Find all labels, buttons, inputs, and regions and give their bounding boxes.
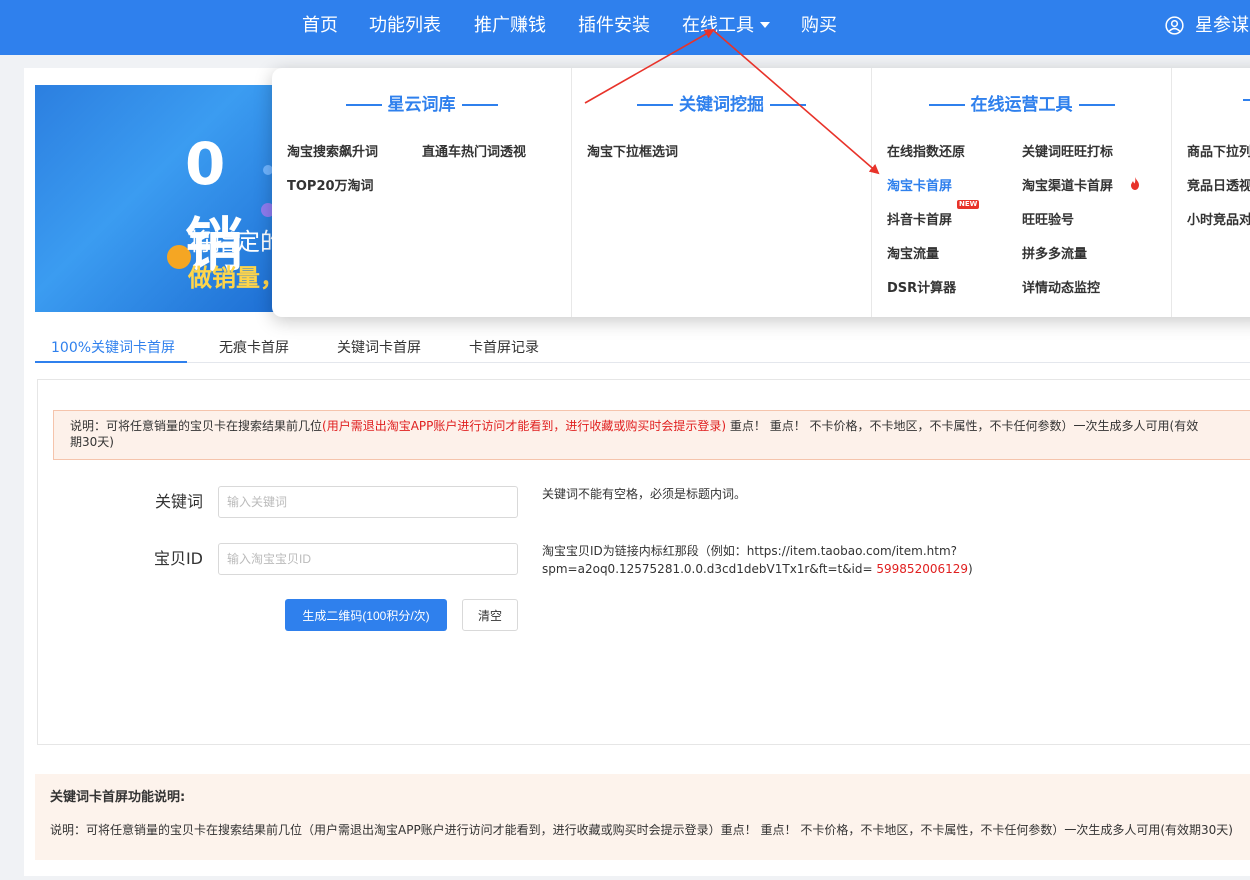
dropdown-item-active[interactable]: 淘宝卡首屏 xyxy=(887,175,952,194)
new-badge: NEW xyxy=(957,200,980,209)
nav-buy[interactable]: 购买 xyxy=(801,14,837,38)
notice-prefix: 说明：可将任意销量的宝贝卡在搜索结果前几位 xyxy=(70,419,323,433)
nav-features[interactable]: 功能列表 xyxy=(369,14,441,38)
tab-keyword[interactable]: 关键词卡首屏 xyxy=(337,337,421,357)
dropdown-column-competitors: 商品下拉列 竞品日透视 小时竞品对 xyxy=(1172,68,1250,317)
tab-active-indicator xyxy=(35,361,187,363)
tab-bar: 100%关键词卡首屏 无痕卡首屏 关键词卡首屏 卡首屏记录 xyxy=(35,330,1250,363)
fire-icon xyxy=(1131,177,1139,190)
dropdown-item[interactable]: TOP20万淘词 xyxy=(287,175,374,194)
dropdown-item[interactable]: 详情动态监控 xyxy=(1022,277,1100,296)
top-navbar: 首页 功能列表 推广赚钱 插件安装 在线工具 购买 星参谋 xyxy=(0,0,1250,55)
title-dash xyxy=(1243,99,1250,101)
title-dash xyxy=(345,104,382,106)
caret-down-icon xyxy=(760,21,770,28)
title-dash xyxy=(461,104,498,106)
banner-line-1: 将指定的 xyxy=(188,228,275,256)
dropdown-item[interactable]: 在线指数还原 xyxy=(887,141,965,160)
item-id-hint-line-2: spm=a2oq0.12575281.0.0.d3cd1debV1Tx1r&ft… xyxy=(542,560,973,578)
tab-records[interactable]: 卡首屏记录 xyxy=(469,337,539,357)
dropdown-item[interactable]: DSR计算器 xyxy=(887,277,956,296)
nav-home[interactable]: 首页 xyxy=(302,14,338,38)
notice-line-1: 说明：可将任意销量的宝贝卡在搜索结果前几位(用户需退出淘宝APP账户进行访问才能… xyxy=(70,418,1250,434)
column-title: 星云词库 xyxy=(272,90,571,115)
item-id-input[interactable] xyxy=(218,543,518,575)
feature-description: 关键词卡首屏功能说明: 说明：可将任意销量的宝贝卡在搜索结果前几位（用户需退出淘… xyxy=(35,774,1250,860)
nav-promote[interactable]: 推广赚钱 xyxy=(474,14,546,38)
nav-online-tools[interactable]: 在线工具 xyxy=(682,14,770,38)
nav-online-tools-label: 在线工具 xyxy=(682,15,754,36)
dropdown-column-keyword-mining: 关键词挖掘 淘宝下拉框选词 xyxy=(572,68,872,317)
dropdown-column-operations: 在线运营工具 在线指数还原 关键词旺旺打标 淘宝卡首屏 淘宝渠道卡首屏 抖音卡首… xyxy=(872,68,1172,317)
description-title: 关键词卡首屏功能说明: xyxy=(50,790,186,805)
online-tools-dropdown: 星云词库 淘宝搜索飙升词 直通车热门词透视 TOP20万淘词 关键词挖掘 淘宝下… xyxy=(272,68,1250,317)
item-id-label: 宝贝ID xyxy=(153,549,203,568)
dropdown-item[interactable]: 旺旺验号 xyxy=(1022,209,1074,228)
tab-100-keyword[interactable]: 100%关键词卡首屏 xyxy=(51,337,175,357)
dropdown-item[interactable]: 直通车热门词透视 xyxy=(422,141,526,160)
tab-traceless[interactable]: 无痕卡首屏 xyxy=(219,337,289,357)
nav-plugin[interactable]: 插件安装 xyxy=(578,14,650,38)
column-title-text: 星云词库 xyxy=(387,95,456,115)
user-name[interactable]: 星参谋 xyxy=(1195,14,1249,38)
item-id-hint-url: spm=a2oq0.12575281.0.0.d3cd1debV1Tx1r&ft… xyxy=(542,562,873,576)
keyword-input[interactable] xyxy=(218,486,518,518)
notice-warning: (用户需退出淘宝APP账户进行访问才能看到，进行收藏或购买时会提示登录) xyxy=(322,419,727,433)
keyword-hint: 关键词不能有空格，必须是标题内词。 xyxy=(542,487,747,501)
banner-line-2: 做销量， xyxy=(188,264,275,292)
column-title: 在线运营工具 xyxy=(872,90,1171,115)
dropdown-item[interactable]: 抖音卡首屏 xyxy=(887,209,952,228)
promo-banner[interactable]: 0销 将指定的 做销量， xyxy=(35,85,275,312)
column-title: 关键词挖掘 xyxy=(572,90,871,115)
column-title-text: 关键词挖掘 xyxy=(679,95,764,115)
dropdown-column-wordbank: 星云词库 淘宝搜索飙升词 直通车热门词透视 TOP20万淘词 xyxy=(272,68,572,317)
notice-line-2: 期30天) xyxy=(70,435,114,449)
item-id-hint-close: ) xyxy=(968,562,973,576)
title-dash xyxy=(637,104,673,106)
description-text: 说明：可将任意销量的宝贝卡在搜索结果前几位（用户需退出淘宝APP账户进行访问才能… xyxy=(50,823,1233,837)
title-dash xyxy=(1078,104,1115,106)
dropdown-item[interactable]: 淘宝流量 xyxy=(887,243,939,262)
title-dash xyxy=(928,104,965,106)
item-id-hint-line-1: 淘宝宝贝ID为链接内标红那段（例如：https://item.taobao.co… xyxy=(542,544,958,558)
item-id-hint-number: 599852006129 xyxy=(876,562,969,576)
dropdown-item[interactable]: 竞品日透视 xyxy=(1187,175,1250,194)
notice-alert: 说明：可将任意销量的宝贝卡在搜索结果前几位(用户需退出淘宝APP账户进行访问才能… xyxy=(53,410,1250,460)
notice-suffix: 重点！ 重点！ 不卡价格，不卡地区，不卡属性，不卡任何参数）一次生成多人可用(有… xyxy=(729,419,1199,433)
column-title-text: 在线运营工具 xyxy=(970,95,1073,115)
dropdown-item[interactable]: 小时竞品对 xyxy=(1187,209,1250,228)
dropdown-item[interactable]: 关键词旺旺打标 xyxy=(1022,141,1113,160)
dropdown-item[interactable]: 淘宝下拉框选词 xyxy=(587,141,678,160)
dropdown-item[interactable]: 淘宝搜索飙升词 xyxy=(287,141,378,160)
dropdown-item[interactable]: 商品下拉列 xyxy=(1187,141,1250,160)
item-id-hint: 淘宝宝贝ID为链接内标红那段（例如：https://item.taobao.co… xyxy=(542,542,973,578)
dropdown-item[interactable]: 拼多多流量 xyxy=(1022,243,1087,262)
dropdown-item[interactable]: 淘宝渠道卡首屏 xyxy=(1022,175,1113,194)
clear-button[interactable]: 清空 xyxy=(462,599,518,631)
keyword-label: 关键词 xyxy=(154,492,203,511)
generate-qrcode-button[interactable]: 生成二维码(100积分/次) xyxy=(285,599,447,631)
user-icon[interactable] xyxy=(1165,16,1184,35)
title-dash xyxy=(770,104,806,106)
